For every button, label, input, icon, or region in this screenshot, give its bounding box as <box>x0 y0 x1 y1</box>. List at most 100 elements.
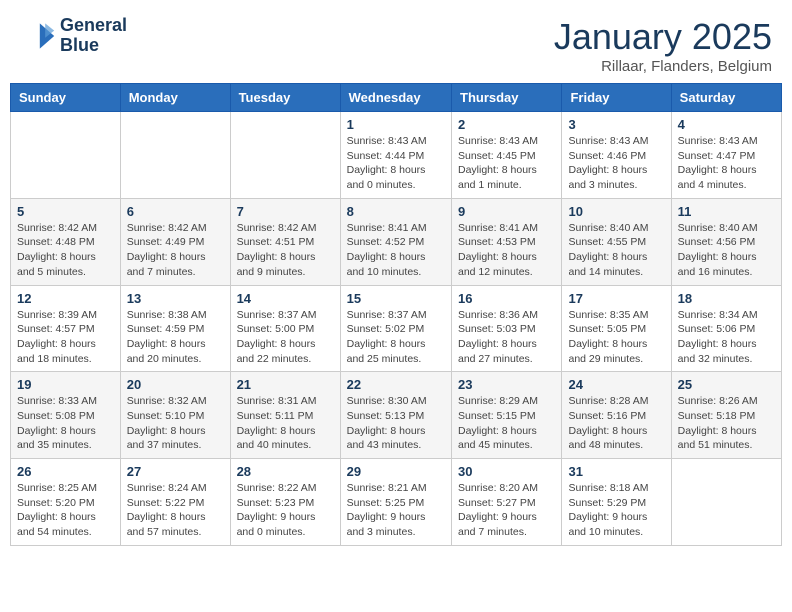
day-number: 7 <box>237 204 334 219</box>
calendar-cell: 17 Sunrise: 8:35 AM Sunset: 5:05 PM Dayli… <box>562 285 671 372</box>
day-info: Sunrise: 8:38 AM Sunset: 4:59 PM Dayligh… <box>127 308 224 367</box>
calendar-cell: 3 Sunrise: 8:43 AM Sunset: 4:46 PM Daylig… <box>562 112 671 199</box>
calendar-cell: 27 Sunrise: 8:24 AM Sunset: 5:22 PM Dayli… <box>120 459 230 546</box>
day-info: Sunrise: 8:18 AM Sunset: 5:29 PM Dayligh… <box>568 481 664 540</box>
day-number: 2 <box>458 117 555 132</box>
day-info: Sunrise: 8:25 AM Sunset: 5:20 PM Dayligh… <box>17 481 114 540</box>
day-info: Sunrise: 8:21 AM Sunset: 5:25 PM Dayligh… <box>347 481 445 540</box>
calendar-cell: 23 Sunrise: 8:29 AM Sunset: 5:15 PM Dayli… <box>452 372 562 459</box>
calendar-cell: 8 Sunrise: 8:41 AM Sunset: 4:52 PM Daylig… <box>340 198 451 285</box>
day-info: Sunrise: 8:32 AM Sunset: 5:10 PM Dayligh… <box>127 394 224 453</box>
weekday-header: Saturday <box>671 84 781 112</box>
calendar-cell: 19Sunrise: 8:33 AM Sunset: 5:08 PM Dayli… <box>11 372 121 459</box>
calendar-cell: 31 Sunrise: 8:18 AM Sunset: 5:29 PM Dayli… <box>562 459 671 546</box>
day-number: 1 <box>347 117 445 132</box>
day-info: Sunrise: 8:42 AM Sunset: 4:49 PM Dayligh… <box>127 221 224 280</box>
day-info: Sunrise: 8:28 AM Sunset: 5:16 PM Dayligh… <box>568 394 664 453</box>
calendar-week-row: 1 Sunrise: 8:43 AM Sunset: 4:44 PM Daylig… <box>11 112 782 199</box>
day-number: 29 <box>347 464 445 479</box>
day-number: 8 <box>347 204 445 219</box>
day-number: 11 <box>678 204 775 219</box>
day-info: Sunrise: 8:42 AM Sunset: 4:48 PM Dayligh… <box>17 221 114 280</box>
day-number: 13 <box>127 291 224 306</box>
page-header: General Blue January 2025 Rillaar, Fland… <box>0 0 792 83</box>
day-info: Sunrise: 8:30 AM Sunset: 5:13 PM Dayligh… <box>347 394 445 453</box>
day-number: 27 <box>127 464 224 479</box>
day-number: 18 <box>678 291 775 306</box>
day-number: 23 <box>458 377 555 392</box>
calendar-cell: 28Sunrise: 8:22 AM Sunset: 5:23 PM Dayli… <box>230 459 340 546</box>
weekday-header: Tuesday <box>230 84 340 112</box>
day-info: Sunrise: 8:41 AM Sunset: 4:52 PM Dayligh… <box>347 221 445 280</box>
day-info: Sunrise: 8:37 AM Sunset: 5:00 PM Dayligh… <box>237 308 334 367</box>
day-info: Sunrise: 8:43 AM Sunset: 4:45 PM Dayligh… <box>458 134 555 193</box>
day-number: 10 <box>568 204 664 219</box>
logo-text: General Blue <box>60 16 127 56</box>
day-info: Sunrise: 8:40 AM Sunset: 4:56 PM Dayligh… <box>678 221 775 280</box>
calendar-cell: 4Sunrise: 8:43 AM Sunset: 4:47 PM Daylig… <box>671 112 781 199</box>
day-info: Sunrise: 8:41 AM Sunset: 4:53 PM Dayligh… <box>458 221 555 280</box>
calendar-cell: 21Sunrise: 8:31 AM Sunset: 5:11 PM Dayli… <box>230 372 340 459</box>
day-info: Sunrise: 8:24 AM Sunset: 5:22 PM Dayligh… <box>127 481 224 540</box>
day-info: Sunrise: 8:29 AM Sunset: 5:15 PM Dayligh… <box>458 394 555 453</box>
day-info: Sunrise: 8:33 AM Sunset: 5:08 PM Dayligh… <box>17 394 114 453</box>
calendar-cell: 30Sunrise: 8:20 AM Sunset: 5:27 PM Dayli… <box>452 459 562 546</box>
calendar-cell: 6 Sunrise: 8:42 AM Sunset: 4:49 PM Daylig… <box>120 198 230 285</box>
calendar-cell: 9 Sunrise: 8:41 AM Sunset: 4:53 PM Daylig… <box>452 198 562 285</box>
day-info: Sunrise: 8:36 AM Sunset: 5:03 PM Dayligh… <box>458 308 555 367</box>
day-info: Sunrise: 8:26 AM Sunset: 5:18 PM Dayligh… <box>678 394 775 453</box>
calendar-cell: 22 Sunrise: 8:30 AM Sunset: 5:13 PM Dayli… <box>340 372 451 459</box>
day-number: 28 <box>237 464 334 479</box>
day-number: 9 <box>458 204 555 219</box>
calendar-week-row: 26 Sunrise: 8:25 AM Sunset: 5:20 PM Dayli… <box>11 459 782 546</box>
calendar-cell: 2 Sunrise: 8:43 AM Sunset: 4:45 PM Daylig… <box>452 112 562 199</box>
day-number: 20 <box>127 377 224 392</box>
calendar-cell <box>671 459 781 546</box>
day-number: 12 <box>17 291 114 306</box>
logo-icon <box>20 18 56 54</box>
day-number: 25 <box>678 377 775 392</box>
day-number: 17 <box>568 291 664 306</box>
weekday-header: Wednesday <box>340 84 451 112</box>
weekday-header: Sunday <box>11 84 121 112</box>
calendar-cell: 1 Sunrise: 8:43 AM Sunset: 4:44 PM Daylig… <box>340 112 451 199</box>
calendar-table: SundayMondayTuesdayWednesdayThursdayFrid… <box>10 83 782 546</box>
calendar-cell: 15Sunrise: 8:37 AM Sunset: 5:02 PM Dayli… <box>340 285 451 372</box>
calendar-cell <box>11 112 121 199</box>
title-block: January 2025 Rillaar, Flanders, Belgium <box>554 16 772 75</box>
weekday-header: Monday <box>120 84 230 112</box>
weekday-header: Friday <box>562 84 671 112</box>
day-number: 30 <box>458 464 555 479</box>
weekday-header: Thursday <box>452 84 562 112</box>
day-info: Sunrise: 8:43 AM Sunset: 4:44 PM Dayligh… <box>347 134 445 193</box>
day-info: Sunrise: 8:43 AM Sunset: 4:47 PM Dayligh… <box>678 134 775 193</box>
day-number: 31 <box>568 464 664 479</box>
calendar-week-row: 12 Sunrise: 8:39 AM Sunset: 4:57 PM Dayli… <box>11 285 782 372</box>
calendar-cell: 24Sunrise: 8:28 AM Sunset: 5:16 PM Dayli… <box>562 372 671 459</box>
calendar-week-row: 19Sunrise: 8:33 AM Sunset: 5:08 PM Dayli… <box>11 372 782 459</box>
day-number: 3 <box>568 117 664 132</box>
day-info: Sunrise: 8:43 AM Sunset: 4:46 PM Dayligh… <box>568 134 664 193</box>
day-number: 16 <box>458 291 555 306</box>
calendar-cell: 13 Sunrise: 8:38 AM Sunset: 4:59 PM Dayli… <box>120 285 230 372</box>
calendar-cell: 14 Sunrise: 8:37 AM Sunset: 5:00 PM Dayli… <box>230 285 340 372</box>
day-number: 6 <box>127 204 224 219</box>
calendar-cell: 11 Sunrise: 8:40 AM Sunset: 4:56 PM Dayli… <box>671 198 781 285</box>
calendar-cell: 7Sunrise: 8:42 AM Sunset: 4:51 PM Daylig… <box>230 198 340 285</box>
calendar: SundayMondayTuesdayWednesdayThursdayFrid… <box>0 83 792 556</box>
month-title: January 2025 <box>554 16 772 58</box>
day-number: 14 <box>237 291 334 306</box>
day-number: 26 <box>17 464 114 479</box>
calendar-week-row: 5Sunrise: 8:42 AM Sunset: 4:48 PM Daylig… <box>11 198 782 285</box>
calendar-cell <box>120 112 230 199</box>
day-info: Sunrise: 8:35 AM Sunset: 5:05 PM Dayligh… <box>568 308 664 367</box>
logo: General Blue <box>20 16 127 56</box>
calendar-cell: 26 Sunrise: 8:25 AM Sunset: 5:20 PM Dayli… <box>11 459 121 546</box>
day-info: Sunrise: 8:39 AM Sunset: 4:57 PM Dayligh… <box>17 308 114 367</box>
day-info: Sunrise: 8:34 AM Sunset: 5:06 PM Dayligh… <box>678 308 775 367</box>
day-number: 22 <box>347 377 445 392</box>
calendar-cell <box>230 112 340 199</box>
day-info: Sunrise: 8:40 AM Sunset: 4:55 PM Dayligh… <box>568 221 664 280</box>
calendar-cell: 16 Sunrise: 8:36 AM Sunset: 5:03 PM Dayli… <box>452 285 562 372</box>
calendar-cell: 20 Sunrise: 8:32 AM Sunset: 5:10 PM Dayli… <box>120 372 230 459</box>
